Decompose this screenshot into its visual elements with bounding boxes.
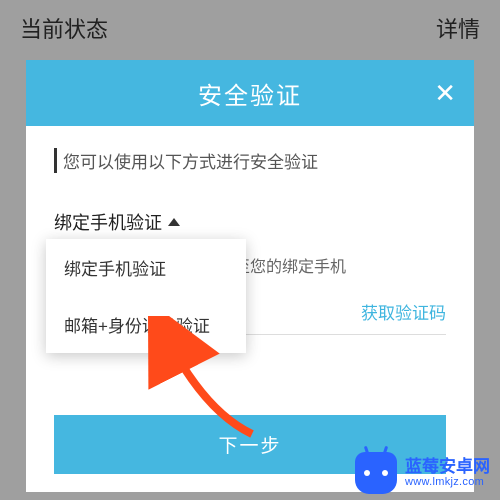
instruction-text: 您可以使用以下方式进行安全验证: [54, 148, 446, 173]
get-code-button[interactable]: 获取验证码: [349, 299, 446, 324]
verification-method-select[interactable]: 绑定手机验证 绑定手机验证 邮箱+身份证号验证: [54, 209, 446, 235]
watermark-url: www.lmkjz.com: [405, 476, 490, 488]
select-display[interactable]: 绑定手机验证: [54, 209, 180, 235]
watermark-title: 蓝莓安卓网: [405, 458, 490, 477]
dropdown-option-phone[interactable]: 绑定手机验证: [46, 239, 246, 296]
watermark: 蓝莓安卓网 www.lmkjz.com: [355, 452, 490, 494]
security-dialog: 安全验证 ✕ 您可以使用以下方式进行安全验证 绑定手机验证 绑定手机验证 邮箱+…: [26, 60, 474, 492]
close-icon[interactable]: ✕: [434, 80, 458, 106]
phone-hint: 至您的绑定手机: [234, 253, 446, 277]
dropdown-menu: 绑定手机验证 邮箱+身份证号验证: [46, 239, 246, 353]
dialog-title: 安全验证: [198, 76, 302, 111]
select-value: 绑定手机验证: [54, 209, 162, 235]
watermark-text: 蓝莓安卓网 www.lmkjz.com: [405, 458, 490, 489]
dropdown-option-email-id[interactable]: 邮箱+身份证号验证: [46, 296, 246, 353]
dialog-body: 您可以使用以下方式进行安全验证 绑定手机验证 绑定手机验证 邮箱+身份证号验证 …: [26, 126, 474, 492]
caret-up-icon: [168, 218, 180, 226]
dialog-header: 安全验证 ✕: [26, 60, 474, 126]
android-logo-icon: [355, 452, 397, 494]
